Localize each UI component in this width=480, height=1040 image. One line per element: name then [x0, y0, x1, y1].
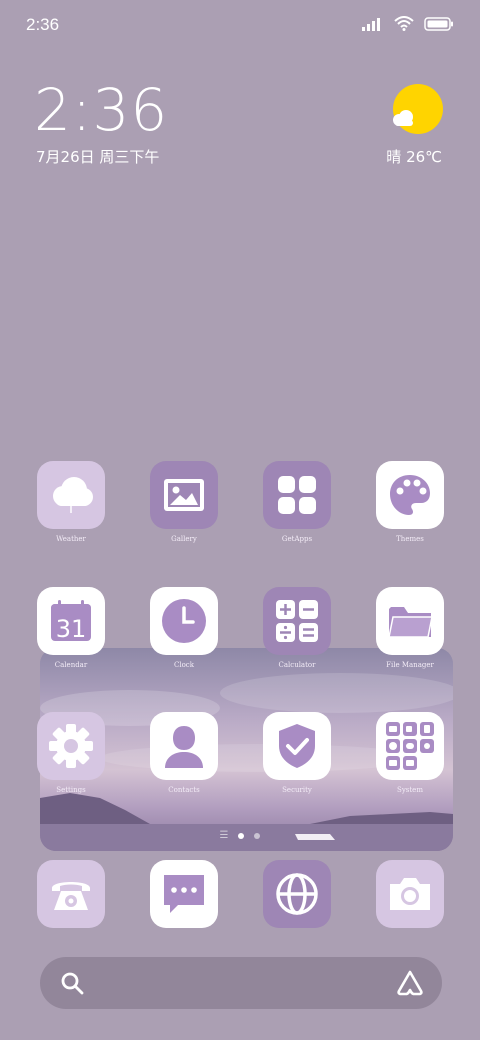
- app-settings[interactable]: Settings: [37, 712, 105, 794]
- app-file-manager[interactable]: File Manager: [376, 587, 444, 669]
- image-icon: [164, 479, 204, 511]
- browser-app-tile[interactable]: [263, 860, 331, 928]
- security-app-tile[interactable]: [263, 712, 331, 780]
- signal-icon: [362, 17, 380, 31]
- folder-icon: [388, 607, 433, 638]
- dock-messages[interactable]: [150, 860, 218, 928]
- weather-widget-text: 晴 26℃: [386, 148, 442, 166]
- dock-browser[interactable]: [263, 860, 331, 928]
- message-icon: [164, 875, 204, 913]
- shield-icon: [279, 724, 315, 768]
- app-label: Calendar: [54, 661, 88, 669]
- globe-icon: [276, 873, 318, 915]
- person-icon: [165, 726, 203, 768]
- app-label: Clock: [174, 661, 194, 669]
- wifi-icon: [394, 16, 414, 31]
- status-time: 2:36: [26, 15, 60, 34]
- system-folder-tile[interactable]: [376, 712, 444, 780]
- status-icons: [362, 16, 454, 31]
- messages-app-tile[interactable]: [150, 860, 218, 928]
- status-bar: 2:36: [0, 0, 480, 50]
- app-folder-system[interactable]: System: [376, 712, 444, 794]
- camera-icon: [390, 878, 430, 910]
- phone-icon: [52, 882, 90, 910]
- calculator-icon: [276, 600, 318, 642]
- calendar-day: 31: [56, 615, 87, 643]
- app-label: Contacts: [168, 786, 200, 794]
- page-indicator[interactable]: ☰: [0, 830, 480, 841]
- app-clock[interactable]: Clock: [150, 587, 218, 669]
- app-contacts[interactable]: Contacts: [150, 712, 218, 794]
- app-label: Calculator: [278, 661, 316, 669]
- app-label: Security: [282, 786, 312, 794]
- app-getapps[interactable]: GetApps: [263, 461, 331, 543]
- app-themes[interactable]: Themes: [376, 461, 444, 543]
- camera-app-tile[interactable]: [376, 860, 444, 928]
- app-security[interactable]: Security: [263, 712, 331, 794]
- app-label: Settings: [56, 786, 86, 794]
- getapps-app-tile[interactable]: [263, 461, 331, 529]
- dock-camera[interactable]: [376, 860, 444, 928]
- file-manager-app-tile[interactable]: [376, 587, 444, 655]
- cloud-rain-icon: [53, 477, 93, 513]
- cloud-icon: [393, 110, 413, 126]
- app-label: System: [397, 786, 423, 794]
- clock-widget-date: 7月26日 周三下午: [36, 148, 160, 166]
- app-label: Gallery: [171, 535, 197, 543]
- themes-app-tile[interactable]: [376, 461, 444, 529]
- settings-app-tile[interactable]: [37, 712, 105, 780]
- app-calendar[interactable]: 31 Calendar: [37, 587, 105, 669]
- clock-widget-time[interactable]: 2:36: [34, 78, 168, 142]
- search-bar[interactable]: [40, 957, 442, 1009]
- app-label: Themes: [396, 535, 424, 543]
- calendar-icon: 31: [51, 600, 91, 643]
- assistant-icon[interactable]: [396, 969, 424, 997]
- calculator-app-tile[interactable]: [263, 587, 331, 655]
- app-calculator[interactable]: Calculator: [263, 587, 331, 669]
- page-dot-active[interactable]: [238, 832, 245, 839]
- gear-icon: [49, 724, 93, 768]
- page-dot[interactable]: [254, 832, 261, 839]
- contacts-app-tile[interactable]: [150, 712, 218, 780]
- app-label: GetApps: [281, 535, 313, 543]
- search-icon[interactable]: [60, 971, 84, 995]
- clock-app-tile[interactable]: [150, 587, 218, 655]
- app-label: File Manager: [386, 661, 434, 669]
- clock-icon: [162, 599, 206, 643]
- menu-lines-icon: ☰: [219, 830, 229, 841]
- app-weather[interactable]: Weather: [37, 461, 105, 543]
- calendar-app-tile[interactable]: 31: [37, 587, 105, 655]
- app-label: Weather: [56, 535, 86, 543]
- folder-grid-icon: [386, 722, 434, 770]
- phone-app-tile[interactable]: [37, 860, 105, 928]
- grid-icon: [278, 476, 316, 514]
- weather-app-tile[interactable]: [37, 461, 105, 529]
- dock-phone[interactable]: [37, 860, 105, 928]
- gallery-app-tile[interactable]: [150, 461, 218, 529]
- app-gallery[interactable]: Gallery: [150, 461, 218, 543]
- palette-icon: [390, 475, 430, 515]
- battery-icon: [424, 16, 453, 31]
